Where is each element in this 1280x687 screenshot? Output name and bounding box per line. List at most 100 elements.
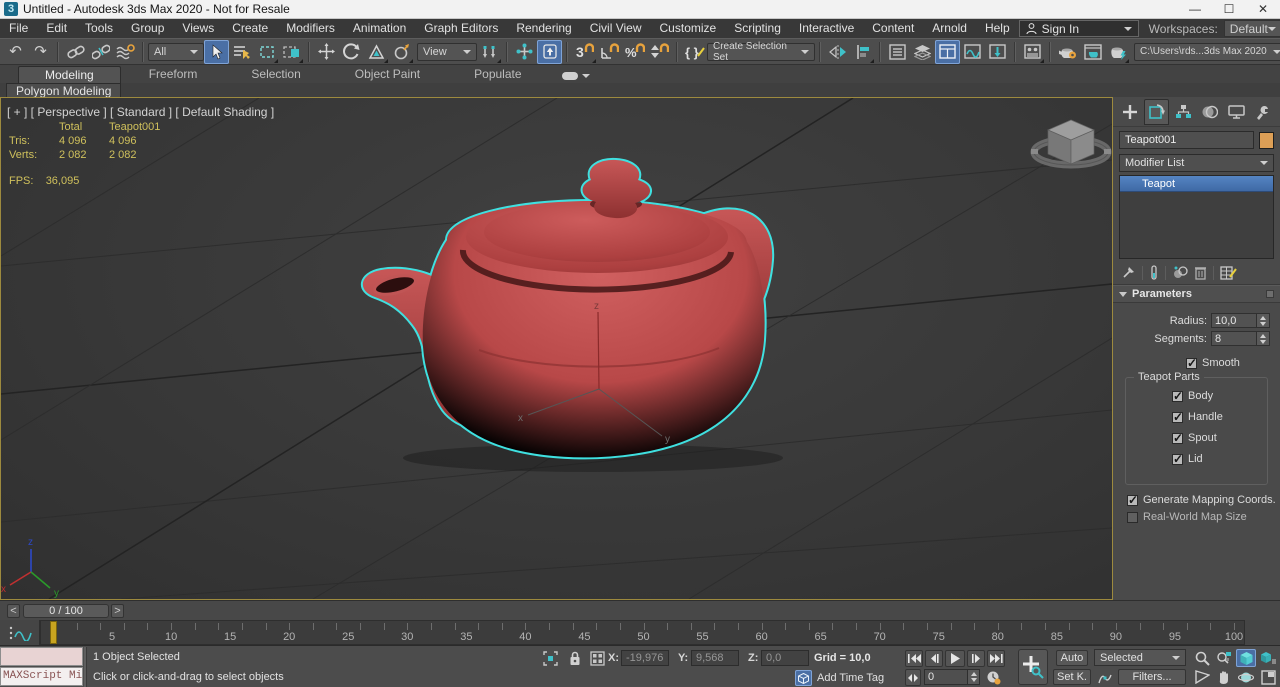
tab-display[interactable] [1224,99,1249,125]
current-frame-value[interactable]: 0 [925,670,967,684]
current-frame-field[interactable]: 0 [924,669,980,685]
viewport-canvas[interactable]: z x y z x y [1,98,1112,599]
menu-item-create[interactable]: Create [223,19,277,38]
frame-forward-button[interactable]: > [111,604,124,618]
tab-hierarchy[interactable] [1171,99,1196,125]
set-keys-button[interactable] [1018,649,1048,685]
menu-item-tools[interactable]: Tools [76,19,122,38]
edit-named-selection-sets-button[interactable]: { } [682,40,707,64]
previous-frame-button[interactable] [925,650,943,667]
show-end-result-icon[interactable] [1149,265,1159,280]
key-mode-toggle[interactable] [905,669,921,686]
view-cube[interactable] [1031,120,1111,165]
part-checkbox-lid[interactable] [1172,454,1183,465]
configure-modifier-sets-icon[interactable] [1220,265,1237,280]
polygon-modeling-panel[interactable]: Polygon Modeling [6,83,121,98]
generate-mapping-row[interactable]: Generate Mapping Coords. [1127,494,1280,506]
menu-item-rendering[interactable]: Rendering [507,19,580,38]
percent-snap-toggle[interactable]: % [622,40,647,64]
layer-explorer-button[interactable] [910,40,935,64]
menu-item-help[interactable]: Help [976,19,1019,38]
snaps-toggle-3d[interactable]: 3 [572,40,597,64]
part-checkbox-handle[interactable] [1172,412,1183,423]
spinner-snap-toggle[interactable] [647,40,672,64]
rendered-frame-window-button[interactable] [1080,40,1105,64]
ribbon-tab-object-paint[interactable]: Object Paint [329,66,446,83]
add-time-tag[interactable]: Add Time Tag [817,672,884,684]
open-mini-curve-editor-button[interactable] [0,620,40,645]
parameters-rollout-header[interactable]: Parameters [1113,285,1280,303]
real-world-checkbox[interactable] [1127,512,1138,523]
viewport-label[interactable]: [ + ] [ Perspective ] [ Standard ] [ Def… [7,105,274,119]
zoom-all-button[interactable] [1214,649,1234,667]
next-frame-button[interactable] [967,650,985,667]
part-checkbox-body[interactable] [1172,391,1183,402]
play-button[interactable] [945,650,965,667]
object-color-swatch[interactable] [1259,132,1274,149]
bind-to-space-warp-icon[interactable] [113,40,138,64]
menu-item-content[interactable]: Content [863,19,923,38]
select-and-place-button[interactable] [389,40,414,64]
pan-view-button[interactable] [1214,668,1234,686]
select-object-button[interactable] [204,40,229,64]
menu-item-group[interactable]: Group [122,19,173,38]
mirror-button[interactable] [825,40,850,64]
schematic-view-button[interactable] [985,40,1010,64]
ribbon-minimize-button[interactable] [562,72,590,83]
listener-splitter[interactable] [84,647,87,687]
maximize-button[interactable]: ☐ [1212,0,1246,18]
pin-stack-icon[interactable] [1121,265,1136,280]
menu-item-arnold[interactable]: Arnold [923,19,976,38]
generate-mapping-checkbox[interactable] [1127,495,1138,506]
select-and-scale-button[interactable] [364,40,389,64]
part-row-spout[interactable]: Spout [1172,432,1267,444]
key-filters-icon[interactable] [1096,669,1114,686]
zoom-button[interactable] [1192,649,1212,667]
maxscript-mini-listener-pink[interactable] [0,647,83,666]
radius-spinner[interactable]: 10,0 [1211,313,1270,328]
align-button[interactable] [850,40,875,64]
rectangular-selection-region-button[interactable] [254,40,279,64]
workspaces-dropdown[interactable]: Default [1224,20,1280,37]
tab-utilities[interactable] [1250,99,1275,125]
ribbon-tab-populate[interactable]: Populate [448,66,547,83]
tab-motion[interactable] [1197,99,1222,125]
zoom-extents-button[interactable] [1236,649,1256,667]
spinner-arrows[interactable] [1257,313,1270,328]
go-to-end-button[interactable] [987,650,1005,667]
y-coord-field[interactable]: 9,568 [691,650,739,666]
modifier-stack-item[interactable]: Teapot [1120,176,1273,192]
keyboard-shortcut-override-toggle[interactable] [537,40,562,64]
selection-lock-icon[interactable] [566,650,584,667]
spinner-arrows[interactable] [1257,331,1270,346]
tab-create[interactable] [1118,99,1143,125]
render-setup-button[interactable] [1055,40,1080,64]
select-by-name-button[interactable] [229,40,254,64]
teapot-object[interactable] [363,160,772,457]
zoom-extents-all-button[interactable] [1258,649,1278,667]
smooth-checkbox[interactable] [1186,358,1197,369]
menu-item-modifiers[interactable]: Modifiers [277,19,344,38]
menu-item-animation[interactable]: Animation [344,19,415,38]
auto-key-button[interactable]: Auto [1056,650,1088,666]
perspective-viewport[interactable]: z x y z x y [ + ] [ Perspective ] [ Stan… [0,97,1113,600]
absolute-offset-mode-icon[interactable] [588,650,606,667]
menu-item-graph-editors[interactable]: Graph Editors [415,19,507,38]
menu-item-views[interactable]: Views [173,19,223,38]
time-slider-handle[interactable] [50,621,57,644]
time-tag-icon[interactable] [795,670,812,686]
segments-value[interactable]: 8 [1211,331,1257,346]
menu-item-interactive[interactable]: Interactive [790,19,863,38]
key-filter-dropdown[interactable]: Selected [1094,649,1186,666]
time-slider-readout[interactable]: 0 / 100 [23,604,109,618]
select-and-move-button[interactable] [314,40,339,64]
tab-modify[interactable] [1144,99,1169,125]
make-unique-icon[interactable] [1172,265,1190,280]
timeline-ruler[interactable]: 0510152025303540455055606570758085909510… [40,620,1245,645]
orbit-button[interactable] [1236,668,1256,686]
segments-spinner[interactable]: 8 [1211,331,1270,346]
part-row-body[interactable]: Body [1172,390,1267,402]
use-pivot-point-button[interactable] [477,40,502,64]
curve-editor-button[interactable] [960,40,985,64]
object-name-field[interactable]: Teapot001 [1119,131,1254,149]
